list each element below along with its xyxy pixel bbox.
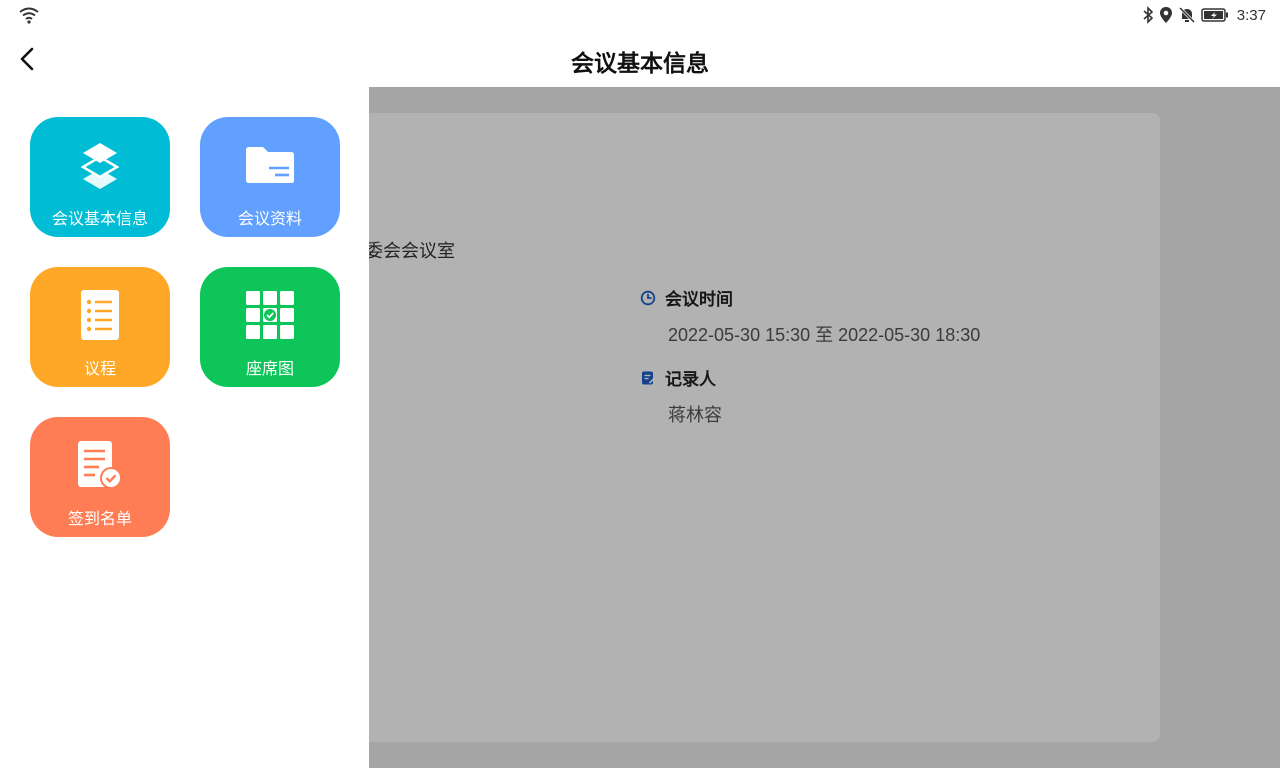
battery-charging-icon	[1201, 8, 1228, 22]
menu-tile-label: 座席图	[245, 359, 294, 378]
location-icon	[1159, 7, 1172, 23]
status-right: 3:37	[1142, 6, 1266, 24]
menu-tile-basic-info[interactable]: 会议基本信息	[30, 117, 170, 237]
menu-tile-meeting-materials[interactable]: 会议资料	[200, 117, 340, 237]
menu-tile-label: 会议基本信息	[51, 209, 148, 228]
menu-tile-agenda[interactable]: 议程	[30, 267, 170, 387]
list-document-icon	[81, 290, 119, 340]
status-bar: 3:37	[0, 0, 1280, 32]
wifi-icon	[19, 7, 39, 24]
app-header: 会议基本信息	[0, 32, 1280, 87]
page-title: 会议基本信息	[571, 51, 709, 77]
menu-tile-label: 会议资料	[237, 209, 302, 228]
menu-tile-label: 议程	[83, 359, 116, 378]
bluetooth-icon	[1143, 6, 1153, 24]
mute-icon	[1178, 6, 1195, 24]
menu-tile-label: 签到名单	[67, 509, 132, 528]
status-time: 3:37	[1236, 6, 1266, 24]
seat-grid-icon	[246, 291, 294, 339]
layers-icon	[80, 143, 120, 189]
menu-tile-sign-in-list[interactable]: 签到名单	[30, 417, 170, 537]
folder-icon	[246, 147, 294, 183]
checklist-document-icon	[78, 441, 122, 489]
side-drawer: 会议基本信息 会议资料 议程 座席图 签到名单	[0, 87, 369, 768]
status-left	[18, 6, 40, 28]
menu-tile-seat-map[interactable]: 座席图	[200, 267, 340, 387]
